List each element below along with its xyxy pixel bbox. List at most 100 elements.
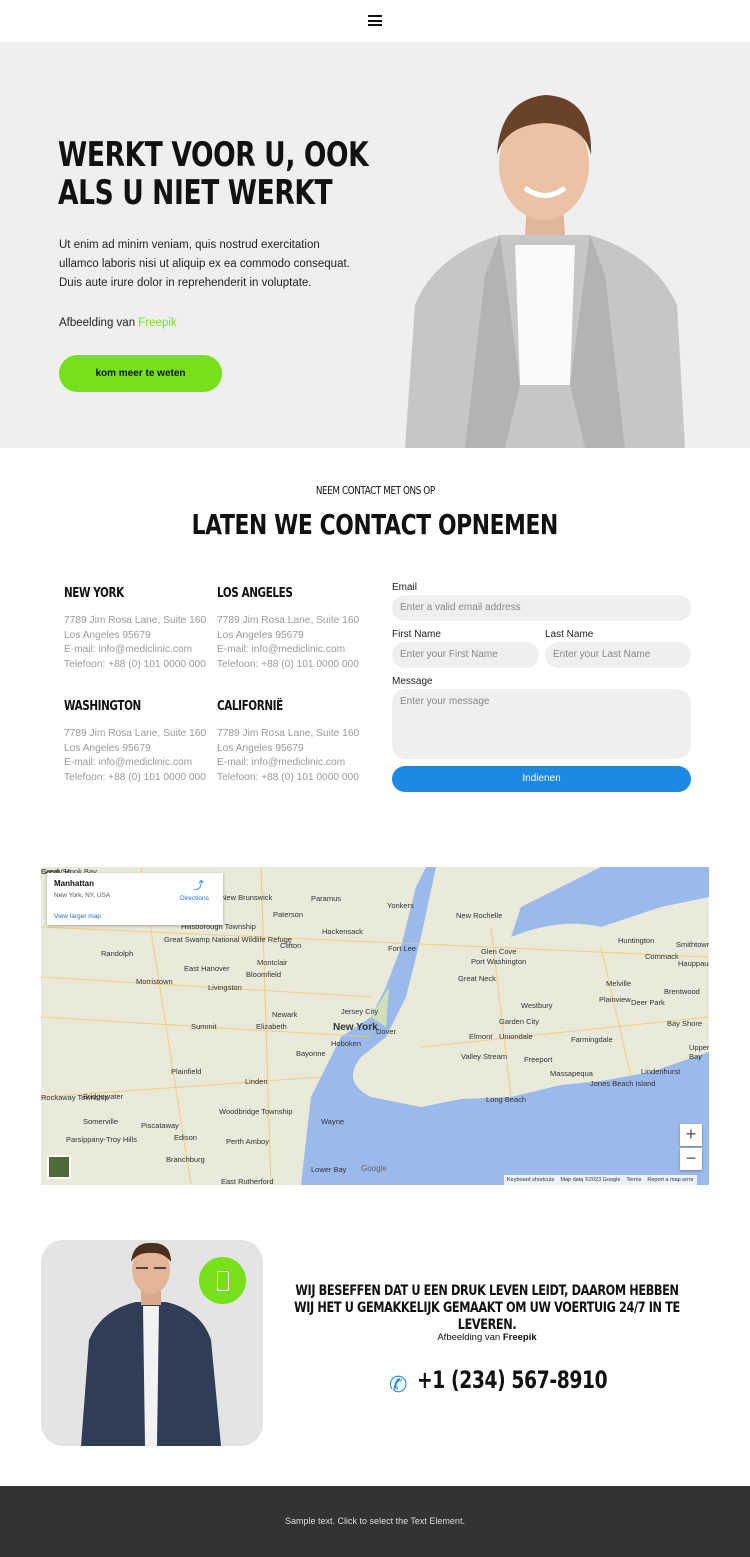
map-place-name: Manhattan bbox=[54, 879, 94, 888]
map-place-label: Freeport bbox=[524, 1055, 553, 1064]
map-place-label: New York bbox=[333, 1022, 378, 1033]
map-place-label: Great Swamp National Wildlife Refuge bbox=[164, 935, 292, 944]
map-place-label: New Rochelle bbox=[456, 911, 503, 920]
map-place-label: Commack bbox=[645, 952, 679, 961]
map-place-label: Elmont bbox=[469, 1032, 493, 1041]
map-place-label: Jones Beach Island bbox=[590, 1079, 656, 1088]
last-name-label: Last Name bbox=[545, 629, 594, 640]
map-place-label: Massapequa bbox=[550, 1069, 593, 1078]
office-block: CALIFORNIË 7789 Jim Rosa Lane, Suite 160… bbox=[217, 699, 359, 785]
contact-eyebrow: NEEM CONTACT MET ONS OP bbox=[315, 484, 435, 497]
hero-credit: Afbeelding van Freepik bbox=[59, 317, 177, 329]
map-place-label: Somerville bbox=[83, 1117, 119, 1126]
contact-title: LATEN WE CONTACT OPNEMEN bbox=[191, 508, 559, 541]
map-place-label: Fort Lee bbox=[388, 944, 416, 953]
map-place-label: Bloomfield bbox=[246, 970, 282, 979]
office-details: 7789 Jim Rosa Lane, Suite 160 Los Angele… bbox=[64, 614, 206, 672]
freepik-link[interactable]: Freepik bbox=[138, 317, 176, 329]
map-place-label: Linden bbox=[245, 1077, 268, 1086]
map-place-label: Rockaway Township bbox=[41, 1093, 109, 1102]
office-block: LOS ANGELES 7789 Jim Rosa Lane, Suite 16… bbox=[217, 586, 359, 672]
office-email: E-mail: info@mediclinic.com bbox=[64, 644, 193, 656]
office-details: 7789 Jim Rosa Lane, Suite 160 Los Angele… bbox=[217, 727, 359, 785]
map-info-card: Manhattan New York, NY, USA View larger … bbox=[47, 873, 223, 925]
map-place-label: Long Beach bbox=[486, 1095, 527, 1104]
map-place-label: Montclair bbox=[257, 958, 288, 967]
map-place-label: Paterson bbox=[273, 910, 304, 919]
last-name-input[interactable]: Enter your Last Name bbox=[545, 642, 691, 668]
office-block: WASHINGTON 7789 Jim Rosa Lane, Suite 160… bbox=[64, 699, 206, 785]
map-place-label: Summit bbox=[191, 1022, 217, 1031]
office-zip: Los Angeles 95679 bbox=[64, 742, 151, 754]
map-place-label: Parsippany-Troy Hills bbox=[66, 1135, 137, 1144]
office-phone: Telefoon: +88 (0) 101 0000 000 bbox=[217, 771, 359, 783]
report-error-link[interactable]: Report a map error bbox=[647, 1177, 693, 1183]
directions-icon[interactable]: ⤴ bbox=[193, 877, 204, 893]
businessman-photo bbox=[405, 95, 685, 448]
keyboard-shortcuts-link[interactable]: Keyboard shortcuts bbox=[507, 1177, 554, 1183]
map-place-label: Hauppauge bbox=[678, 959, 709, 968]
header bbox=[0, 0, 750, 42]
message-label: Message bbox=[392, 676, 433, 687]
email-label: Email bbox=[392, 582, 418, 593]
map-place-label: Port Washington bbox=[471, 957, 527, 966]
office-city: NEW YORK bbox=[64, 586, 124, 601]
map-place-label: Lower Bay bbox=[311, 1165, 347, 1174]
view-larger-map-link[interactable]: View larger map bbox=[54, 913, 101, 920]
map-place-label: Bay Shore bbox=[667, 1019, 703, 1028]
zoom-out-button[interactable]: − bbox=[680, 1148, 702, 1170]
map-place-label: Piscataway bbox=[141, 1121, 179, 1130]
map-place-label: Hoboken bbox=[331, 1039, 362, 1048]
map-place-label: Newark bbox=[272, 1010, 298, 1019]
map-place-label: Garden City bbox=[499, 1017, 540, 1026]
footer-text[interactable]: Sample text. Click to select the Text El… bbox=[285, 1516, 465, 1526]
map-place-label: Westbury bbox=[521, 1001, 553, 1010]
office-address: 7789 Jim Rosa Lane, Suite 160 bbox=[64, 615, 207, 626]
satellite-toggle[interactable] bbox=[47, 1155, 71, 1179]
hamburger-icon[interactable] bbox=[368, 15, 382, 26]
map-place-label: Valley Stream bbox=[461, 1052, 508, 1061]
office-email: E-mail: info@mediclinic.com bbox=[217, 644, 346, 656]
zoom-in-button[interactable]: + bbox=[680, 1124, 702, 1146]
message-textarea[interactable]: Enter your message bbox=[392, 689, 691, 759]
directions-link[interactable]: Directions bbox=[180, 895, 209, 902]
first-name-input[interactable]: Enter your First Name bbox=[392, 642, 539, 668]
map-attribution: Keyboard shortcuts Map data ©2023 Google T… bbox=[504, 1175, 697, 1185]
map-place-label: East Rutherford bbox=[221, 1177, 274, 1185]
hero-title: WERKT VOOR U, OOK ALS U NIET WERKT bbox=[58, 135, 369, 213]
promo-text: WIJ BESEFFEN DAT U EEN DRUK LEVEN LEIDT,… bbox=[294, 1283, 680, 1333]
map-place-label: Livingston bbox=[208, 983, 242, 992]
office-zip: Los Angeles 95679 bbox=[217, 629, 304, 641]
office-details: 7789 Jim Rosa Lane, Suite 160 Los Angele… bbox=[64, 727, 206, 785]
phone-number[interactable]: +1 (234) 567-8910 bbox=[417, 1366, 608, 1394]
first-name-label: First Name bbox=[392, 629, 441, 640]
email-input[interactable]: Enter a valid email address bbox=[392, 595, 691, 621]
map-place-label: Randolph bbox=[101, 949, 134, 958]
office-zip: Los Angeles 95679 bbox=[217, 742, 304, 754]
office-address: 7789 Jim Rosa Lane, Suite 160 bbox=[217, 615, 360, 626]
hero-section: WERKT VOOR U, OOK ALS U NIET WERKT Ut eni… bbox=[0, 42, 750, 448]
office-email: E-mail: info@mediclinic.com bbox=[64, 757, 193, 769]
map-place-label: Melville bbox=[606, 979, 632, 988]
submit-button[interactable]: Indienen bbox=[392, 766, 691, 792]
office-block: NEW YORK 7789 Jim Rosa Lane, Suite 160 L… bbox=[64, 586, 206, 672]
map-embed[interactable]: New York Newark Yonkers New Rochelle Paterso… bbox=[41, 867, 709, 1185]
freepik-link-2[interactable]: Freepik bbox=[503, 1332, 537, 1343]
map-place-label: East Hanover bbox=[184, 964, 230, 973]
map-place-label: Jersey City bbox=[341, 1007, 379, 1016]
office-phone: Telefoon: +88 (0) 101 0000 000 bbox=[217, 658, 359, 670]
learn-more-button[interactable]: kom meer te weten bbox=[59, 355, 222, 392]
map-place-label: Perth Amboy bbox=[226, 1137, 269, 1146]
map-place-label: Smithtown bbox=[676, 940, 709, 949]
hero-body: Ut enim ad minim veniam, quis nostrud ex… bbox=[59, 239, 350, 289]
office-email: E-mail: info@mediclinic.com bbox=[217, 757, 346, 769]
terms-link[interactable]: Terms bbox=[626, 1177, 641, 1183]
map-place-label: Great Neck bbox=[458, 974, 496, 983]
office-phone: Telefoon: +88 (0) 101 0000 000 bbox=[64, 771, 206, 783]
map-place-label: Woodbridge Township bbox=[219, 1107, 293, 1116]
map-place-label: Plainfield bbox=[171, 1067, 202, 1076]
map-place-label: Farmingdale bbox=[571, 1035, 613, 1044]
map-place-label: New Brunswick bbox=[221, 893, 273, 902]
mobile-phone-icon bbox=[199, 1257, 246, 1304]
office-address: 7789 Jim Rosa Lane, Suite 160 bbox=[217, 728, 360, 739]
